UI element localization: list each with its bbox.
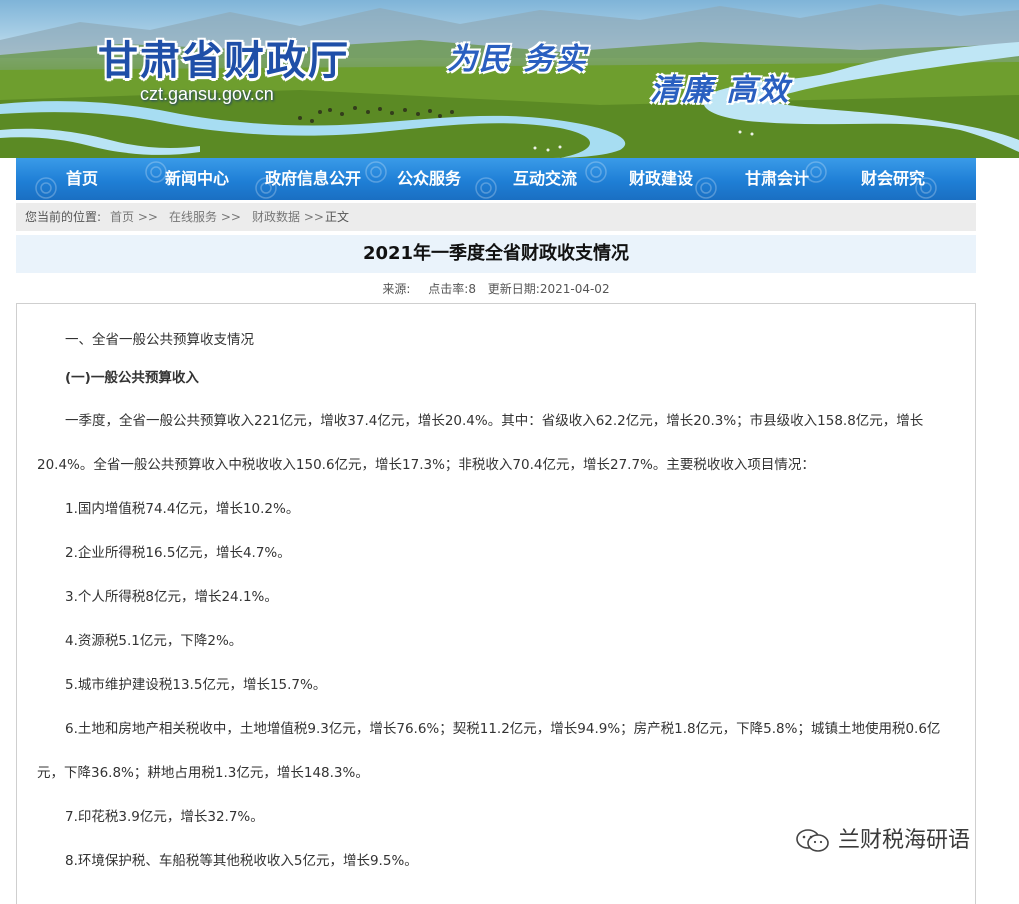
article-clicks: 点击率:8 — [428, 282, 476, 296]
article-meta: 来源: 点击率:8 更新日期:2021-04-02 — [16, 280, 976, 298]
list-item-vat: 1.国内增值税74.4亿元，增长10.2%。 — [65, 501, 300, 517]
article-source: 来源: — [382, 282, 411, 296]
nav-item-accounting-research[interactable]: 财会研究 — [861, 158, 925, 200]
list-item-stamp-tax: 7.印花税3.9亿元，增长32.7%。 — [65, 809, 264, 825]
paragraph-summary-line-1: 一季度，全省一般公共预算收入221亿元，增收37.4亿元，增长20.4%。其中：… — [65, 413, 924, 429]
breadcrumb-current: 正文 — [325, 210, 350, 224]
main-nav: 首页 新闻中心 政府信息公开 公众服务 互动交流 财政建设 甘肃会计 财会研究 — [16, 158, 976, 200]
breadcrumb-online-service[interactable]: 在线服务 >> — [169, 203, 241, 231]
nav-item-interaction[interactable]: 互动交流 — [513, 158, 577, 200]
site-url: czt.gansu.gov.cn — [140, 84, 274, 104]
article-title-bar: 2021年一季度全省财政收支情况 — [16, 235, 976, 273]
breadcrumb-finance-data[interactable]: 财政数据 >> — [252, 203, 324, 231]
slogan-line-2: 清廉 高效 — [650, 73, 791, 108]
nav-item-news[interactable]: 新闻中心 — [165, 158, 229, 200]
nav-item-finance-build[interactable]: 财政建设 — [629, 158, 693, 200]
section-heading: 一、全省一般公共预算收支情况 — [65, 332, 254, 348]
subsection-heading: (一)一般公共预算收入 — [65, 370, 199, 386]
wechat-icon — [796, 829, 829, 852]
watermark-text: 兰财税海研语 — [838, 828, 971, 853]
nav-item-gov-info[interactable]: 政府信息公开 — [265, 158, 361, 200]
nav-item-public-service[interactable]: 公众服务 — [397, 158, 461, 200]
list-item-land-tax-line-1: 6.土地和房地产相关税收中，土地增值税9.3亿元，增长76.6%；契税11.2亿… — [65, 721, 941, 737]
breadcrumb: 您当前的位置: 首页 >> 在线服务 >> 财政数据 >> 正文 — [16, 203, 976, 231]
nav-cloud-pattern — [35, 161, 937, 199]
list-item-land-tax-line-2: 元，下降36.8%；耕地占用税1.3亿元，增长148.3%。 — [37, 765, 369, 781]
site-banner: 甘肃省财政厅 czt.gansu.gov.cn 为民 务实 清廉 高效 — [0, 0, 1019, 158]
slogan-line-1: 为民 务实 — [447, 42, 588, 77]
list-item-resource-tax: 4.资源税5.1亿元，下降2%。 — [65, 633, 243, 649]
paragraph-summary-line-2: 20.4%。全省一般公共预算收入中税收收入150.6亿元，增长17.3%；非税收… — [37, 457, 815, 473]
nav-item-home[interactable]: 首页 — [66, 158, 98, 200]
nav-item-gansu-accounting[interactable]: 甘肃会计 — [745, 158, 809, 200]
article-title: 2021年一季度全省财政收支情况 — [362, 243, 630, 264]
article-body: 一、全省一般公共预算收支情况 (一)一般公共预算收入 一季度，全省一般公共预算收… — [16, 303, 976, 904]
article-date: 更新日期:2021-04-02 — [487, 282, 610, 296]
breadcrumb-home[interactable]: 首页 >> — [110, 203, 158, 231]
list-item-other-tax: 8.环境保护税、车船税等其他税收收入5亿元，增长9.5%。 — [65, 853, 418, 869]
list-item-corporate-tax: 2.企业所得税16.5亿元，增长4.7%。 — [65, 545, 291, 561]
breadcrumb-prefix: 您当前的位置: — [25, 210, 102, 224]
list-item-city-maintenance-tax: 5.城市维护建设税13.5亿元，增长15.7%。 — [65, 677, 327, 693]
list-item-personal-tax: 3.个人所得税8亿元，增长24.1%。 — [65, 589, 278, 605]
site-title: 甘肃省财政厅 — [98, 38, 350, 84]
